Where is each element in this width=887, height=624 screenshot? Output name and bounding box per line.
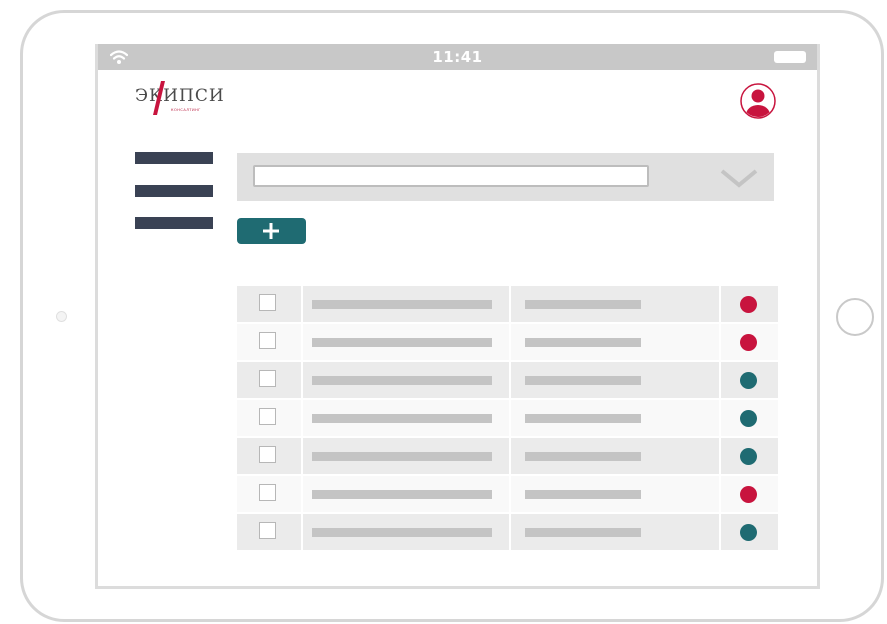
name-cell	[303, 324, 509, 360]
text-placeholder	[312, 338, 492, 347]
status-time: 11:41	[432, 48, 483, 66]
status-cell	[721, 286, 778, 322]
home-button[interactable]	[836, 298, 874, 336]
filter-select[interactable]	[237, 153, 774, 201]
status-bar: 11:41	[98, 44, 817, 70]
detail-cell	[511, 286, 719, 322]
row-checkbox[interactable]	[259, 522, 276, 539]
company-logo[interactable]: ЭКИПСИ КОНСАЛТИНГ	[135, 81, 224, 117]
status-cell	[721, 514, 778, 550]
detail-cell	[511, 362, 719, 398]
name-cell	[303, 362, 509, 398]
status-dot-teal	[740, 524, 757, 541]
row-checkbox[interactable]	[259, 408, 276, 425]
name-cell	[303, 438, 509, 474]
text-placeholder	[525, 490, 641, 499]
text-placeholder	[525, 338, 641, 347]
name-cell	[303, 514, 509, 550]
row-checkbox[interactable]	[259, 484, 276, 501]
detail-cell	[511, 476, 719, 512]
text-placeholder	[525, 414, 641, 423]
battery-icon	[774, 51, 806, 63]
name-cell	[303, 400, 509, 436]
row-checkbox[interactable]	[259, 446, 276, 463]
front-camera	[56, 311, 67, 322]
checkbox-cell	[237, 438, 301, 474]
row-checkbox[interactable]	[259, 370, 276, 387]
status-dot-teal	[740, 448, 757, 465]
detail-cell	[511, 514, 719, 550]
status-dot-teal	[740, 372, 757, 389]
text-placeholder	[312, 376, 492, 385]
hamburger-menu-icon[interactable]	[135, 152, 213, 232]
tablet-screen: 11:41 ЭКИПСИ КОНСАЛТИНГ	[95, 44, 820, 589]
table-row[interactable]	[237, 400, 778, 438]
chevron-down-icon[interactable]	[719, 167, 759, 189]
status-dot-red	[740, 334, 757, 351]
text-placeholder	[312, 490, 492, 499]
status-cell	[721, 400, 778, 436]
text-placeholder	[312, 300, 492, 309]
table-row[interactable]	[237, 438, 778, 476]
menu-bar	[135, 152, 213, 164]
menu-bar	[135, 185, 213, 197]
data-table	[237, 286, 778, 552]
checkbox-cell	[237, 514, 301, 550]
status-cell	[721, 438, 778, 474]
plus-icon	[263, 223, 279, 239]
text-placeholder	[525, 300, 641, 309]
row-checkbox[interactable]	[259, 294, 276, 311]
checkbox-cell	[237, 324, 301, 360]
status-cell	[721, 476, 778, 512]
detail-cell	[511, 324, 719, 360]
add-button[interactable]	[237, 218, 306, 244]
text-placeholder	[525, 376, 641, 385]
detail-cell	[511, 400, 719, 436]
logo-subtext: КОНСАЛТИНГ	[171, 108, 201, 112]
logo-slash-mark	[153, 81, 165, 115]
detail-cell	[511, 438, 719, 474]
row-checkbox[interactable]	[259, 332, 276, 349]
text-placeholder	[312, 528, 492, 537]
checkbox-cell	[237, 286, 301, 322]
table-row[interactable]	[237, 362, 778, 400]
checkbox-cell	[237, 400, 301, 436]
menu-bar	[135, 217, 213, 229]
name-cell	[303, 476, 509, 512]
text-placeholder	[525, 528, 641, 537]
text-placeholder	[312, 452, 492, 461]
checkbox-cell	[237, 476, 301, 512]
table-row[interactable]	[237, 476, 778, 514]
user-avatar-icon[interactable]	[740, 83, 776, 119]
status-cell	[721, 362, 778, 398]
table-row[interactable]	[237, 324, 778, 362]
select-input[interactable]	[253, 165, 649, 187]
status-cell	[721, 324, 778, 360]
name-cell	[303, 286, 509, 322]
status-dot-red	[740, 486, 757, 503]
status-dot-teal	[740, 410, 757, 427]
text-placeholder	[525, 452, 641, 461]
text-placeholder	[312, 414, 492, 423]
status-dot-red	[740, 296, 757, 313]
logo-text: ЭКИПСИ	[135, 86, 225, 106]
table-row[interactable]	[237, 286, 778, 324]
table-row[interactable]	[237, 514, 778, 552]
checkbox-cell	[237, 362, 301, 398]
